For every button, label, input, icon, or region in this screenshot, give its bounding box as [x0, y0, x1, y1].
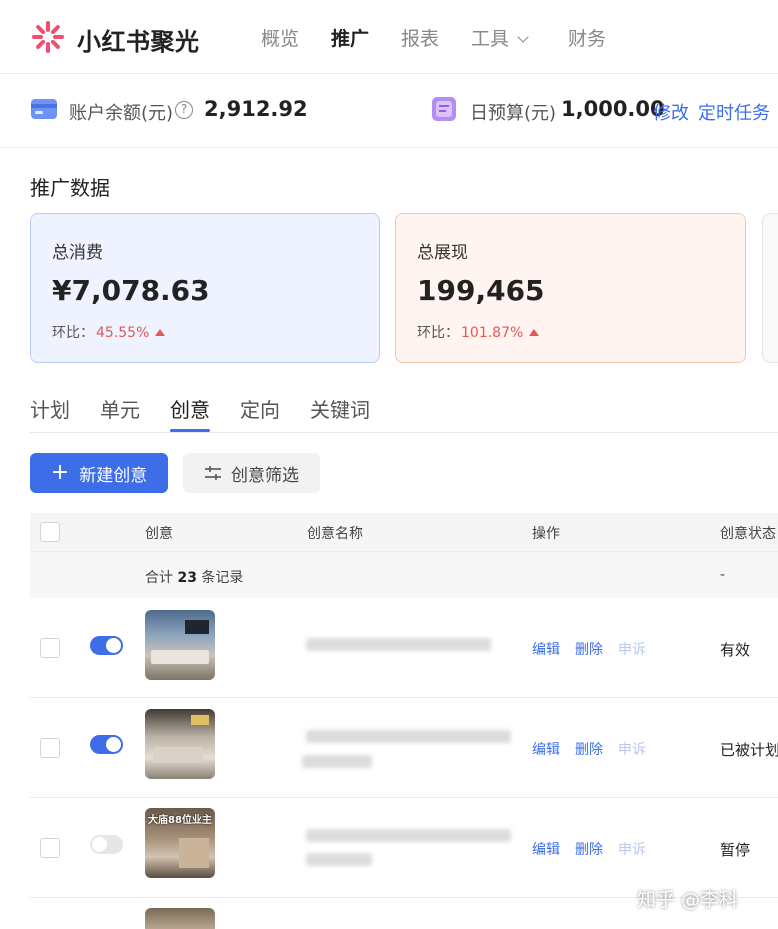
column-header-actions: 操作	[532, 526, 560, 542]
trend-up-icon	[529, 329, 540, 336]
stat-card-total-impressions: 总展现 199,465 环比： 101.87%	[395, 213, 746, 363]
ratio-label: 环比：	[52, 325, 94, 341]
row-checkbox[interactable]	[40, 638, 60, 658]
select-all-checkbox[interactable]	[40, 522, 60, 542]
creative-name-blurred	[306, 853, 372, 866]
creative-filter-label: 创意筛选	[231, 465, 299, 486]
appeal-button[interactable]: 申诉	[618, 639, 646, 659]
daily-budget-label: 日预算(元)	[470, 103, 557, 124]
table-row: 编辑 删除 申诉 已被计划	[30, 698, 778, 798]
stat-ratio: 环比： 45.55%	[52, 322, 166, 342]
row-enable-toggle[interactable]	[90, 735, 123, 754]
new-creative-button[interactable]: + 新建创意	[30, 453, 168, 493]
ratio-label: 环比：	[417, 325, 459, 341]
ratio-value: 101.87%	[461, 325, 524, 341]
toggle-knob	[92, 837, 107, 852]
creative-status: 有效	[720, 641, 751, 659]
creative-thumbnail[interactable]: 大庙88位业主	[145, 808, 215, 878]
ratio-value: 45.55%	[96, 325, 150, 341]
table-row: 大庙88位业主 编辑 删除 申诉 暂停	[30, 798, 778, 898]
tab-plan[interactable]: 计划	[30, 394, 70, 423]
row-enable-toggle[interactable]	[90, 636, 123, 655]
top-navigation-bar: 小红书聚光 概览 推广 报表 工具 财务	[0, 0, 778, 74]
row-checkbox[interactable]	[40, 738, 60, 758]
chevron-down-icon	[517, 31, 529, 43]
active-tab-indicator	[170, 429, 210, 432]
table-summary-row: 合计 23 条记录 -	[30, 551, 778, 598]
summary-suffix: 条记录	[201, 570, 244, 586]
summary-status-dash: -	[720, 567, 726, 583]
stat-value: ¥7,078.63	[52, 274, 210, 307]
column-header-status: 创意状态	[720, 526, 776, 542]
filter-sliders-icon	[205, 466, 221, 480]
tab-keywords[interactable]: 关键词	[310, 394, 370, 423]
nav-reports[interactable]: 报表	[401, 24, 439, 51]
daily-budget-value: 1,000.00	[561, 97, 665, 121]
tabs-divider	[30, 432, 778, 433]
tab-targeting[interactable]: 定向	[240, 394, 280, 423]
stat-value: 199,465	[417, 274, 545, 307]
edit-button[interactable]: 编辑	[532, 839, 560, 859]
creative-name-blurred	[306, 829, 511, 842]
row-checkbox[interactable]	[40, 838, 60, 858]
creative-status: 暂停	[720, 841, 751, 859]
appeal-button[interactable]: 申诉	[618, 839, 646, 859]
trend-up-icon	[155, 329, 166, 336]
creative-thumbnail[interactable]	[145, 610, 215, 680]
scheduled-task-link[interactable]: 定时任务	[698, 99, 770, 125]
plus-icon: +	[50, 460, 70, 485]
new-creative-label: 新建创意	[79, 465, 148, 486]
creative-filter-button[interactable]: 创意筛选	[183, 453, 320, 493]
column-header-creative-name: 创意名称	[307, 526, 363, 542]
thumbnail-caption: 大庙88位业主	[148, 815, 212, 826]
appeal-button[interactable]: 申诉	[618, 739, 646, 759]
edit-budget-link[interactable]: 修改	[653, 99, 689, 125]
brand-name: 小红书聚光	[77, 28, 200, 56]
column-header-creative: 创意	[145, 526, 173, 542]
stat-label: 总展现	[417, 243, 468, 263]
stat-card-partial	[762, 213, 778, 363]
toggle-knob	[106, 638, 121, 653]
delete-button[interactable]: 删除	[575, 639, 603, 659]
toggle-knob	[106, 737, 121, 752]
balance-value: 2,912.92	[204, 97, 308, 121]
tab-unit[interactable]: 单元	[100, 394, 140, 423]
delete-button[interactable]: 删除	[575, 839, 603, 859]
account-bar: 账户余额(元) ? 2,912.92 日预算(元) 1,000.00 修改 定时…	[0, 74, 778, 148]
row-enable-toggle[interactable]	[90, 835, 123, 854]
nav-overview[interactable]: 概览	[261, 24, 299, 51]
balance-label: 账户余额(元)	[69, 103, 174, 124]
stat-ratio: 环比： 101.87%	[417, 322, 540, 342]
creative-name-blurred	[306, 638, 491, 651]
delete-button[interactable]: 删除	[575, 739, 603, 759]
stat-card-total-spend: 总消费 ¥7,078.63 环比： 45.55%	[30, 213, 380, 363]
summary-prefix: 合计	[145, 570, 173, 586]
tab-creative[interactable]: 创意	[170, 394, 210, 423]
summary-count: 23	[177, 570, 197, 586]
record-count: 合计 23 条记录	[145, 567, 243, 587]
brand-logo-icon	[32, 21, 64, 53]
nav-promotion[interactable]: 推广	[331, 24, 369, 51]
section-title: 推广数据	[30, 176, 110, 200]
stat-label: 总消费	[52, 243, 103, 263]
watermark: 知乎 @李科	[637, 889, 739, 911]
help-icon[interactable]: ?	[175, 101, 193, 119]
budget-calendar-icon	[432, 97, 456, 121]
creative-name-blurred	[302, 755, 372, 768]
nav-tools[interactable]: 工具	[471, 24, 529, 51]
nav-tools-label: 工具	[471, 28, 510, 50]
creative-thumbnail[interactable]	[145, 709, 215, 779]
creative-name-blurred	[306, 730, 511, 743]
table-header: 创意 创意名称 操作 创意状态	[30, 513, 778, 551]
nav-finance[interactable]: 财务	[568, 24, 606, 51]
wallet-card-icon	[31, 99, 57, 119]
edit-button[interactable]: 编辑	[532, 639, 560, 659]
creative-status: 已被计划	[720, 741, 778, 759]
creative-thumbnail[interactable]	[145, 908, 215, 929]
table-row: 编辑 删除 申诉 有效	[30, 598, 778, 698]
edit-button[interactable]: 编辑	[532, 739, 560, 759]
